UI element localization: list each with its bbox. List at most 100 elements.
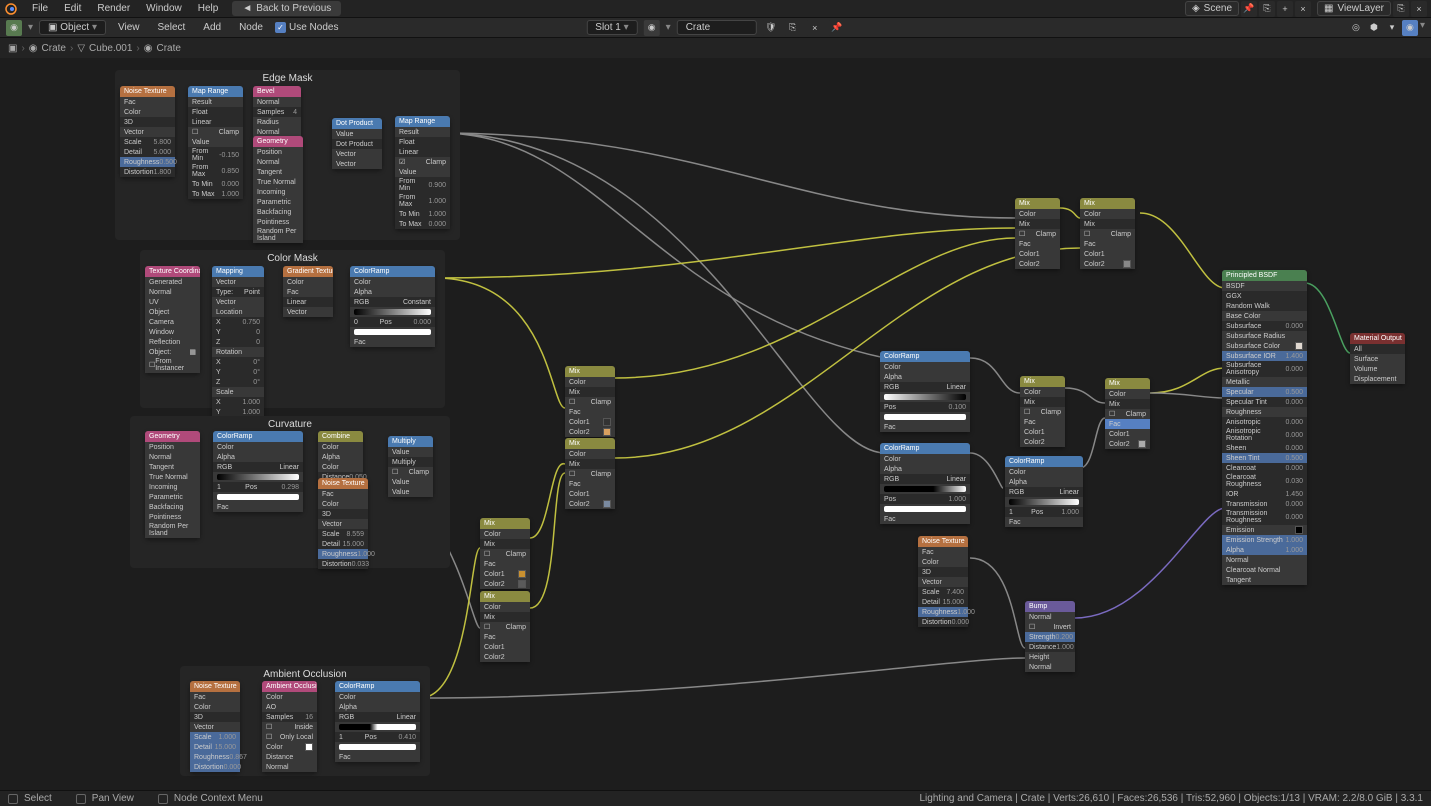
overlay-icon[interactable]: ◎	[1348, 20, 1364, 36]
object-icon: ▣	[48, 22, 57, 33]
node-multiply[interactable]: Multiply Value Multiply ☐Clamp Value Val…	[388, 436, 433, 497]
shading-icon[interactable]: ◉	[1402, 20, 1418, 36]
node-mix-3[interactable]: Mix Color Mix ☐Clamp Fac Color1 Color2	[480, 518, 530, 589]
chevron-down-icon: ▾	[624, 22, 629, 33]
node-mix-tr-1[interactable]: Mix Color Mix ☐Clamp Fac Color1 Color2	[1015, 198, 1060, 269]
viewlayer-selector[interactable]: ▦ ViewLayer	[1317, 1, 1391, 16]
color-ramp-gradient[interactable]	[217, 474, 299, 480]
chevron-down-icon: ▾	[92, 22, 97, 33]
pin-material-icon[interactable]: 📌	[829, 20, 845, 36]
node-gradient-texture[interactable]: Gradient Texture Color Fac Linear Vector	[283, 266, 333, 317]
chevron-down-icon: ▾	[28, 22, 33, 33]
chevron-down-icon: ▾	[666, 22, 671, 33]
mouse-left-icon	[8, 794, 18, 804]
menu-add[interactable]: Add	[197, 20, 227, 35]
node-colorramp-right-2[interactable]: ColorRamp Color Alpha RGBLinear Pos1.000…	[880, 443, 970, 524]
node-dot-product[interactable]: Dot Product Value Dot Product Vector Vec…	[332, 118, 382, 169]
node-principled-bsdf[interactable]: Principled BSDF BSDF GGX Random Walk Bas…	[1222, 270, 1307, 585]
node-tex-coord[interactable]: Texture Coordinate Generated Normal UV O…	[145, 266, 200, 373]
node-map-range-2[interactable]: Map Range Result Float Linear ☑Clamp Val…	[395, 116, 450, 229]
mode-selector[interactable]: ▣ Object ▾	[39, 20, 106, 35]
material-icon: ◉	[144, 43, 153, 54]
blender-logo-icon	[4, 2, 18, 16]
frame-title: Ambient Occlusion	[263, 669, 346, 680]
copy-layer-icon[interactable]: ⎘	[1393, 1, 1409, 17]
node-canvas[interactable]: Edge Mask Noise Texture Fac Color 3D Vec…	[0, 58, 1431, 790]
status-select: Select	[8, 793, 52, 804]
node-bevel[interactable]: Bevel Normal Samples4 Radius Normal	[253, 86, 301, 137]
node-editor-toolbar: ◉ ▾ ▣ Object ▾ View Select Add Node ✓ Us…	[0, 18, 1431, 38]
node-colorramp-curvature[interactable]: ColorRamp Color Alpha RGBLinear 1Pos0.29…	[213, 431, 303, 512]
copy-material-icon[interactable]: ⎘	[785, 20, 801, 36]
frame-title: Curvature	[268, 419, 312, 430]
crumb-material[interactable]: Crate	[42, 43, 66, 54]
back-to-previous-button[interactable]: ◄ Back to Previous	[232, 1, 341, 16]
color-ramp-gradient[interactable]	[354, 309, 431, 315]
node-mix-mid-2[interactable]: Mix Color Mix ☐Clamp Fac Color1 Color2	[1105, 378, 1150, 449]
material-icon: ◉	[29, 43, 38, 54]
fake-user-icon[interactable]: 🛡	[763, 20, 779, 36]
unlink-material-icon[interactable]: ×	[807, 20, 823, 36]
mouse-middle-icon	[76, 794, 86, 804]
more-options-icon[interactable]: ▾	[1384, 20, 1400, 36]
menu-window[interactable]: Window	[138, 1, 190, 16]
slot-selector[interactable]: Slot 1 ▾	[586, 20, 637, 35]
node-bump[interactable]: Bump Normal ☐Invert Strength0.200 Distan…	[1025, 601, 1075, 672]
node-mix-4[interactable]: Mix Color Mix ☐Clamp Fac Color1 Color2	[480, 591, 530, 662]
menu-view[interactable]: View	[112, 20, 146, 35]
copy-scene-icon[interactable]: ⎘	[1259, 1, 1275, 17]
status-info: Lighting and Camera | Crate | Verts:26,6…	[919, 793, 1423, 804]
node-noise-texture[interactable]: Noise Texture Fac Color 3D Vector Scale5…	[120, 86, 175, 177]
back-icon: ◄	[242, 3, 252, 14]
editor-type-icon[interactable]: ◉	[6, 20, 22, 36]
pin-icon[interactable]: 📌	[1241, 1, 1257, 17]
node-ambient-occlusion[interactable]: Ambient Occlusion Color AO Samples16 ☐In…	[262, 681, 317, 772]
frame-title: Edge Mask	[262, 73, 312, 84]
material-name-input[interactable]: Crate	[677, 20, 757, 35]
scene-selector[interactable]: ◈ Scene	[1185, 1, 1239, 16]
menubar: File Edit Render Window Help ◄ Back to P…	[0, 0, 1431, 18]
checkmark-icon: ✓	[275, 22, 286, 33]
status-pan: Pan View	[76, 793, 134, 804]
node-mapping[interactable]: Mapping Vector Type:Point Vector Locatio…	[212, 266, 264, 427]
node-noise-curvature[interactable]: Noise Texture Fac Color 3D Vector Scale8…	[318, 478, 368, 569]
scene-icon: ◈	[1192, 3, 1200, 14]
node-geometry-2[interactable]: Geometry Position Normal Tangent True No…	[145, 431, 200, 538]
layer-icon: ▦	[1324, 3, 1333, 14]
node-colorramp-3[interactable]: ColorRamp Color Alpha RGBLinear 1Pos1.00…	[1005, 456, 1083, 527]
node-map-range-1[interactable]: Map Range Result Float Linear ☐Clamp Val…	[188, 86, 243, 199]
material-sphere-icon[interactable]: ◉	[644, 20, 660, 36]
new-scene-icon[interactable]: +	[1277, 1, 1293, 17]
status-bar: Select Pan View Node Context Menu Lighti…	[0, 790, 1431, 806]
use-nodes-checkbox[interactable]: ✓ Use Nodes	[275, 22, 338, 33]
snap-icon[interactable]: ⬢	[1366, 20, 1382, 36]
delete-layer-icon[interactable]: ×	[1411, 1, 1427, 17]
menu-help[interactable]: Help	[190, 1, 227, 16]
node-geometry-1[interactable]: Geometry Position Normal Tangent True No…	[253, 136, 303, 243]
mouse-right-icon	[158, 794, 168, 804]
object-data-icon: ▽	[77, 43, 85, 54]
object-icon: ▣	[8, 43, 17, 54]
node-combine[interactable]: Combine Color Alpha Color Distance0.050	[318, 431, 363, 482]
node-mix-mid-1[interactable]: Mix Color Mix ☐Clamp Fac Color1 Color2	[1020, 376, 1065, 447]
menu-render[interactable]: Render	[89, 1, 138, 16]
node-noise-texture-2[interactable]: Noise Texture Fac Color 3D Vector Scale7…	[918, 536, 968, 627]
frame-title: Color Mask	[267, 253, 318, 264]
crumb-mat2[interactable]: Crate	[156, 43, 180, 54]
delete-scene-icon[interactable]: ×	[1295, 1, 1311, 17]
menu-file[interactable]: File	[24, 1, 56, 16]
menu-node[interactable]: Node	[233, 20, 269, 35]
node-colorramp-colormask[interactable]: ColorRamp Color Alpha RGBConstant 0Pos0.…	[350, 266, 435, 347]
crumb-object[interactable]: Cube.001	[89, 43, 132, 54]
status-context: Node Context Menu	[158, 793, 263, 804]
node-mix-tr-2[interactable]: Mix Color Mix ☐Clamp Fac Color1 Color2	[1080, 198, 1135, 269]
menu-select[interactable]: Select	[151, 20, 191, 35]
node-noise-ao[interactable]: Noise Texture Fac Color 3D Vector Scale1…	[190, 681, 240, 772]
node-mix-2[interactable]: Mix Color Mix ☐Clamp Fac Color1 Color2	[565, 438, 615, 509]
node-mix-1[interactable]: Mix Color Mix ☐Clamp Fac Color1 Color2	[565, 366, 615, 437]
node-colorramp-right-1[interactable]: ColorRamp Color Alpha RGBLinear Pos0.100…	[880, 351, 970, 432]
node-colorramp-ao[interactable]: ColorRamp Color Alpha RGBLinear 1Pos0.41…	[335, 681, 420, 762]
node-material-output[interactable]: Material Output All Surface Volume Displ…	[1350, 333, 1405, 384]
chevron-down-icon: ▾	[1420, 20, 1425, 36]
menu-edit[interactable]: Edit	[56, 1, 89, 16]
